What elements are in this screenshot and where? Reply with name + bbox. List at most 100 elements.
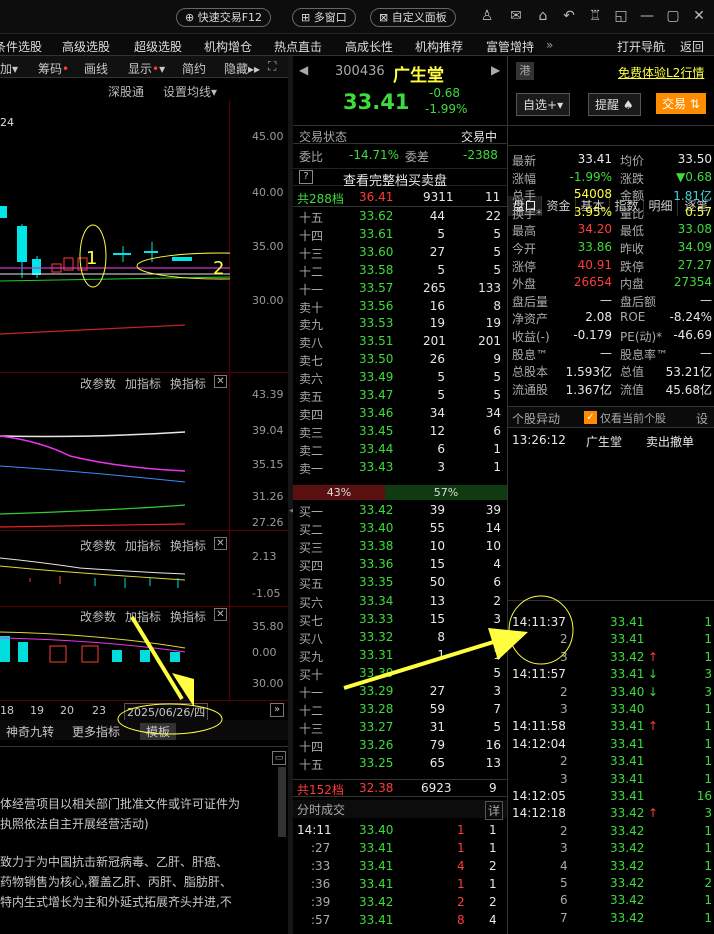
level-label: 十二 (299, 704, 324, 719)
quote-value: 27354 (673, 275, 712, 290)
menu-item[interactable]: 超级选股 (134, 38, 182, 55)
multi-window-button[interactable]: ⊞ 多窗口 (292, 8, 356, 27)
edit-params-button[interactable]: 改参数 (80, 608, 116, 625)
maximize-icon[interactable]: ▢ (664, 7, 682, 25)
level-price: 33.26 (359, 738, 394, 753)
custom-board-button[interactable]: ⊠ 自定义面板 (370, 8, 456, 27)
ask-level-row[interactable]: 卖二 33.44 6 1 (293, 441, 507, 459)
mail-icon[interactable]: ✉ (507, 7, 525, 25)
bid-level-row[interactable]: 买二 33.40 55 14 (293, 520, 507, 538)
level-price: 33.28 (359, 702, 394, 717)
undo-icon[interactable]: ↶ (560, 7, 578, 25)
level-volume: 265 (423, 280, 446, 295)
ask-level-row[interactable]: 十四 33.61 5 5 (293, 226, 507, 244)
tick-price: 33.40 (610, 684, 645, 699)
level-label: 十一 (299, 686, 324, 700)
bid-level-row[interactable]: 十三 33.27 31 5 (293, 719, 507, 737)
menu-item[interactable]: 热点直击 (274, 38, 322, 55)
draw-line-button[interactable]: 画线 (84, 60, 108, 77)
help-icon[interactable]: ? (299, 170, 313, 184)
close-icon[interactable]: ✕ (690, 7, 708, 25)
add-watchlist-button[interactable]: 自选+▾ (516, 93, 571, 116)
simple-button[interactable]: 简约 (182, 60, 206, 77)
chips-button[interactable]: 筹码• (38, 60, 69, 77)
ask-level-row[interactable]: 十三 33.60 27 5 (293, 244, 507, 262)
ask-level-row[interactable]: 卖三 33.45 12 6 (293, 423, 507, 441)
ask-level-row[interactable]: 卖七 33.50 26 9 (293, 351, 507, 369)
alert-button[interactable]: 提醒 ♠ (588, 93, 641, 116)
add-indicator-button[interactable]: 加指标 (125, 375, 161, 392)
checkbox-checked-icon[interactable]: ✓ (584, 411, 597, 424)
bid-level-row[interactable]: 十二 33.28 59 7 (293, 701, 507, 719)
ask-level-row[interactable]: 卖一 33.43 3 1 (293, 459, 507, 477)
bid-level-row[interactable]: 十五 33.25 65 13 (293, 755, 507, 773)
home-icon[interactable]: ⌂ (534, 7, 552, 25)
quote-value: 45.68亿 (665, 382, 712, 397)
anomaly-row[interactable]: 13:26:12 广生堂 卖出撤单 (508, 432, 714, 449)
menu-item[interactable]: 富管增持 (486, 38, 534, 55)
open-nav-link[interactable]: 打开导航 (617, 38, 665, 55)
skin-icon[interactable]: ♖ (586, 7, 604, 25)
ask-level-row[interactable]: 十二 33.58 5 5 (293, 262, 507, 280)
add-label: 加 (0, 62, 13, 76)
collapse-icon[interactable]: ▭ (272, 751, 286, 765)
next-stock-icon[interactable]: ▶ (491, 63, 500, 77)
price-change-pct: -1.99% (425, 102, 468, 116)
ask-level-row[interactable]: 卖五 33.47 5 5 (293, 387, 507, 405)
price-tick: 45.00 (252, 130, 284, 143)
menu-more[interactable]: » (546, 38, 553, 52)
fast-trade-button[interactable]: ⊕ 快速交易F12 (176, 8, 272, 27)
menu-item[interactable]: 条件选股 (0, 38, 42, 55)
full-book-link[interactable]: ? 查看完整档买卖盘 (293, 168, 507, 189)
ask-level-row[interactable]: 卖十 33.56 16 8 (293, 298, 507, 316)
l2-trial-link[interactable]: 免费体验L2行情 (618, 64, 704, 81)
tab-magic-nine[interactable]: 神奇九转 (6, 723, 54, 740)
display-button[interactable]: 显示•▾ (128, 60, 165, 77)
bid-level-row[interactable]: 买四 33.36 15 4 (293, 556, 507, 574)
stock-code: 300436 (335, 64, 385, 79)
tick-time: 2 (560, 754, 568, 769)
expand-right-icon[interactable]: » (270, 703, 284, 717)
close-icon[interactable]: ✕ (214, 375, 227, 388)
scrollbar[interactable] (278, 767, 286, 837)
prev-stock-icon[interactable]: ◀ (299, 63, 308, 77)
menu-item[interactable]: 高成长性 (345, 38, 393, 55)
add-button[interactable]: 加▾ (0, 60, 18, 77)
ask-level-row[interactable]: 十一 33.57 265 133 (293, 280, 507, 298)
bid-level-row[interactable]: 买一 33.42 39 39 (293, 502, 507, 520)
ask-level-row[interactable]: 卖四 33.46 34 34 (293, 405, 507, 423)
time-sales-detail-button[interactable]: 详 (485, 801, 504, 820)
back-link[interactable]: 返回 (680, 38, 704, 55)
tick-volume: 1 (704, 649, 712, 664)
bid-level-row[interactable]: 买三 33.38 10 10 (293, 538, 507, 556)
level-count: 6 (493, 423, 501, 438)
ask-level-row[interactable]: 卖六 33.49 5 5 (293, 369, 507, 387)
candlestick-chart[interactable]: 1 2 (0, 96, 230, 376)
quote-value: 0.57 (685, 204, 712, 219)
tick-time: 2 (560, 684, 568, 699)
tick-price: 33.41 (359, 913, 394, 927)
anomaly-settings-button[interactable]: 设 (696, 410, 708, 427)
edit-params-button[interactable]: 改参数 (80, 375, 116, 392)
menu-item[interactable]: 机构增仓 (204, 38, 252, 55)
hide-button[interactable]: 隐藏▸▸ (224, 60, 260, 77)
fast-trade-icon: ⊕ (185, 11, 198, 24)
user-icon[interactable]: ♙ (478, 7, 496, 25)
switch-indicator-button[interactable]: 换指标 (170, 375, 206, 392)
close-icon[interactable]: ✕ (214, 608, 227, 621)
tick-volume: 1 (457, 877, 465, 891)
fullscreen-icon[interactable]: ⛶ (268, 59, 276, 74)
bid-level-row[interactable]: 买五 33.35 50 6 (293, 574, 507, 592)
ask-level-row[interactable]: 十五 33.62 44 22 (293, 208, 507, 226)
title-bar: ⊕ 快速交易F12 ⊞ 多窗口 ⊠ 自定义面板 ♙ ✉ ⌂ ↶ ♖ ◱ — ▢ … (0, 0, 714, 34)
menu-item[interactable]: 机构推荐 (415, 38, 463, 55)
minimize-icon[interactable]: — (638, 7, 656, 25)
ask-level-row[interactable]: 卖九 33.53 19 19 (293, 315, 507, 333)
close-icon[interactable]: ✕ (214, 537, 227, 550)
tab-more-indicators[interactable]: 更多指标 (72, 723, 120, 740)
restore-icon[interactable]: ◱ (612, 7, 630, 25)
ask-level-row[interactable]: 卖八 33.51 201 201 (293, 333, 507, 351)
bid-level-row[interactable]: 十四 33.26 79 16 (293, 737, 507, 755)
menu-item[interactable]: 高级选股 (62, 38, 110, 55)
trade-button[interactable]: 交易 ⇅ (656, 93, 706, 114)
